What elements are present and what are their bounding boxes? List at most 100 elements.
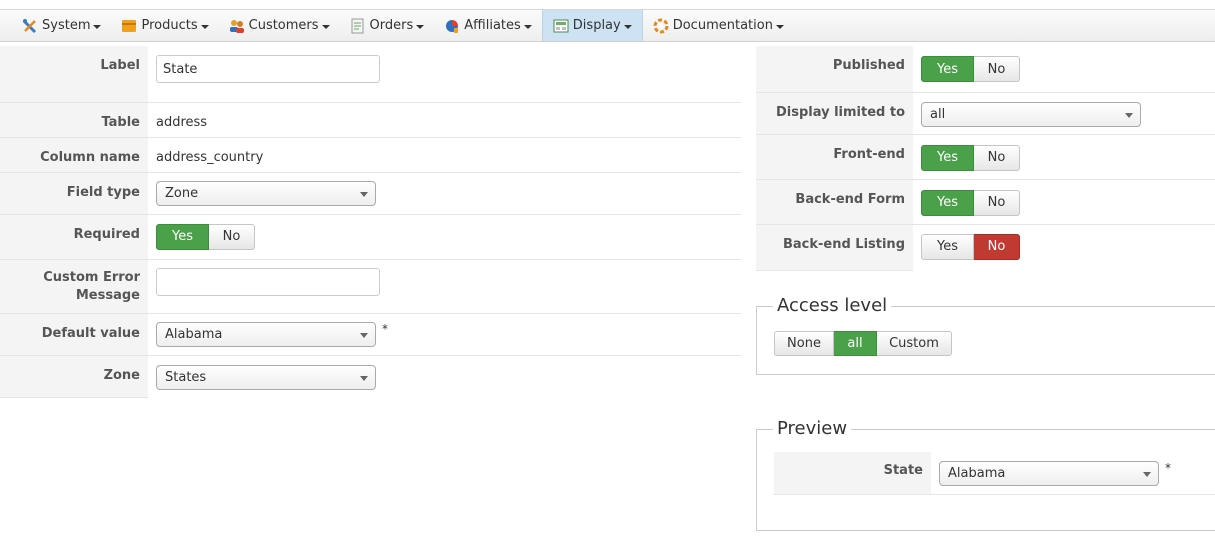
chevron-down-icon (1125, 112, 1133, 118)
users-icon (229, 18, 245, 34)
row-custom-error: Custom Error Message (0, 259, 741, 314)
tools-icon (22, 18, 38, 34)
row-backend-listing: Back-end Listing Yes No (756, 224, 1215, 271)
display-limited-value: all (930, 106, 946, 122)
backend-listing-yes-button[interactable]: Yes (921, 233, 974, 260)
field-type-select[interactable]: Zone (156, 180, 376, 206)
preview-value-wrap: Alabama * (931, 452, 1171, 494)
menu-customers[interactable]: Customers (219, 10, 340, 41)
preview-select[interactable]: Alabama (939, 461, 1159, 486)
access-none-button[interactable]: None (774, 331, 834, 356)
frontend-yes-button[interactable]: Yes (921, 144, 974, 171)
top-menu: System Products Customers Orders Affilia… (0, 9, 1215, 42)
default-value-wrap: Alabama * (156, 321, 741, 347)
frontend-label: Front-end (756, 134, 913, 180)
backend-form-no-button[interactable]: No (974, 189, 1020, 216)
menu-system[interactable]: System (12, 10, 111, 41)
required-star: * (382, 321, 388, 336)
label-label: Label (0, 46, 148, 103)
custom-error-label: Custom Error Message (0, 259, 148, 314)
chevron-down-icon (416, 24, 425, 29)
orders-icon (350, 18, 366, 34)
box-icon (121, 18, 137, 34)
frontend-no-button[interactable]: No (974, 144, 1020, 171)
field-type-label: Field type (0, 172, 148, 215)
row-published: Published Yes No (756, 46, 1215, 93)
menu-affiliates-label: Affiliates (464, 18, 521, 33)
required-toggle: Yes No (156, 223, 255, 250)
chevron-down-icon (200, 24, 209, 29)
menu-display-label: Display (572, 18, 621, 33)
chevron-down-icon (1143, 472, 1151, 477)
menu-affiliates[interactable]: Affiliates (434, 10, 542, 41)
access-all-button[interactable]: all (834, 331, 877, 356)
field-form: Label Table address Column name address_… (0, 46, 741, 398)
menu-system-label: System (42, 18, 91, 33)
menu-customers-label: Customers (248, 18, 319, 33)
chevron-down-icon (623, 24, 632, 29)
published-label: Published (756, 46, 913, 93)
display-limited-label: Display limited to (756, 92, 913, 135)
backend-form-toggle: Yes No (921, 189, 1020, 216)
row-label: Label (0, 46, 741, 103)
required-no-button[interactable]: No (209, 223, 255, 250)
menu-products[interactable]: Products (111, 10, 218, 41)
column-label: Column name (0, 137, 148, 173)
published-toggle: Yes No (921, 56, 1020, 82)
published-no-button[interactable]: No (974, 56, 1020, 82)
row-zone: Zone States (0, 355, 741, 398)
row-table: Table address (0, 102, 741, 138)
default-value-select[interactable]: Alabama (156, 321, 376, 347)
menu-orders[interactable]: Orders (340, 10, 435, 41)
label-input[interactable] (156, 55, 380, 83)
backend-listing-toggle: Yes No (921, 233, 1020, 260)
frontend-toggle: Yes No (921, 144, 1020, 171)
chevron-down-icon (360, 332, 368, 338)
backend-listing-label: Back-end Listing (756, 224, 913, 271)
default-value-label: Default value (0, 313, 148, 356)
row-default-value: Default value Alabama * (0, 313, 741, 356)
table-label: Table (0, 102, 148, 138)
backend-form-yes-button[interactable]: Yes (921, 189, 974, 216)
menu-orders-label: Orders (369, 18, 414, 33)
chevron-down-icon (775, 24, 784, 29)
display-icon (553, 18, 569, 34)
required-yes-button[interactable]: Yes (156, 223, 209, 250)
row-backend-form: Back-end Form Yes No (756, 179, 1215, 225)
row-required: Required Yes No (0, 214, 741, 260)
help-icon (653, 18, 669, 34)
row-display-limited: Display limited to all (756, 92, 1215, 135)
row-field-type: Field type Zone (0, 172, 741, 215)
row-frontend: Front-end Yes No (756, 134, 1215, 180)
zone-value: States (165, 369, 207, 385)
published-yes-button[interactable]: Yes (921, 56, 974, 82)
preview-label: State (774, 452, 931, 494)
zone-label: Zone (0, 355, 148, 398)
field-type-value: Zone (165, 185, 199, 201)
custom-error-input[interactable] (156, 267, 380, 296)
access-level-legend: Access level (773, 295, 892, 316)
access-level-fieldset: Access level None all Custom (756, 295, 1215, 375)
zone-select[interactable]: States (156, 364, 376, 390)
chevron-down-icon (321, 24, 330, 29)
column-value: address_country (148, 137, 741, 173)
menu-display[interactable]: Display (541, 10, 643, 41)
preview-required-star: * (1165, 461, 1171, 475)
chevron-down-icon (523, 24, 532, 29)
row-column: Column name address_country (0, 137, 741, 173)
display-limited-select[interactable]: all (921, 101, 1141, 127)
required-label: Required (0, 214, 148, 260)
chevron-down-icon (360, 375, 368, 381)
preview-row: State Alabama * (774, 452, 1215, 495)
table-value: address (148, 102, 741, 138)
preview-legend: Preview (773, 418, 852, 439)
menu-documentation[interactable]: Documentation (643, 10, 794, 41)
menu-documentation-label: Documentation (672, 18, 773, 33)
backend-listing-no-button[interactable]: No (974, 233, 1020, 260)
default-value-value: Alabama (165, 326, 223, 342)
access-custom-button[interactable]: Custom (877, 331, 952, 356)
preview-value: Alabama (948, 466, 1006, 481)
access-level-toggle: None all Custom (774, 331, 952, 356)
custom-error-label-line2: Message (75, 287, 140, 303)
menu-products-label: Products (141, 18, 198, 33)
